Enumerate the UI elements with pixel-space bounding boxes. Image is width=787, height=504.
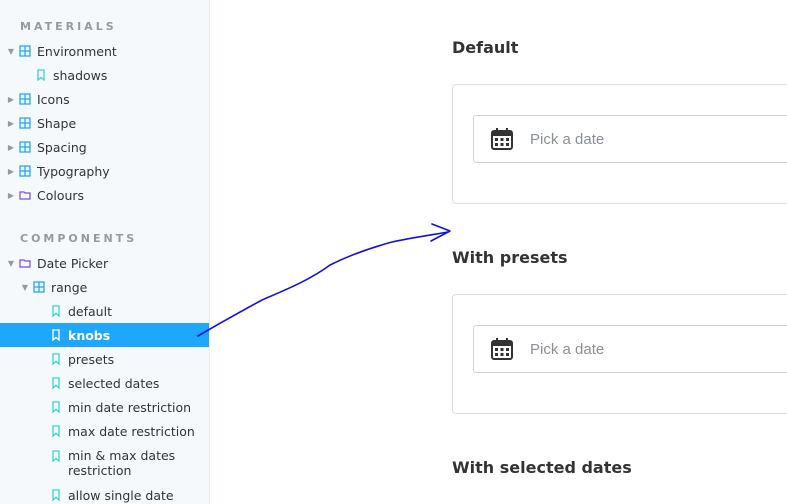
- sidebar-item-label: Date Picker: [37, 255, 109, 271]
- sidebar-item-date-picker[interactable]: ▼ Date Picker: [0, 251, 209, 275]
- materials-section-title: MATERIALS: [20, 20, 117, 33]
- date-range-input[interactable]: Pick a date: [473, 115, 787, 163]
- sidebar-item-label: max date restriction: [68, 423, 195, 439]
- component-grid-icon: [19, 141, 31, 153]
- sidebar-item-spacing[interactable]: ▶ Spacing: [0, 135, 209, 159]
- bookmark-icon: [50, 450, 62, 462]
- sidebar-item-typography[interactable]: ▶ Typography: [0, 159, 209, 183]
- bookmark-icon: [50, 353, 62, 365]
- expand-right-icon: ▶: [7, 94, 15, 104]
- sidebar-item-default[interactable]: default: [0, 299, 209, 323]
- expand-right-icon: ▶: [7, 166, 15, 176]
- sidebar-item-label: Colours: [37, 187, 85, 203]
- story-heading-with-presets: With presets: [452, 248, 568, 267]
- expand-right-icon: ▶: [7, 118, 15, 128]
- sidebar-item-label: range: [51, 279, 88, 295]
- sidebar-item-label: selected dates: [68, 375, 160, 391]
- sidebar-item-max-date-restriction[interactable]: max date restriction: [0, 419, 209, 443]
- bookmark-icon: [50, 401, 62, 413]
- calendar-icon: [491, 338, 513, 360]
- folder-icon: [19, 189, 31, 201]
- sidebar-item-label: shadows: [53, 67, 108, 83]
- sidebar-item-shadows[interactable]: shadows: [0, 63, 209, 87]
- sidebar-item-label: knobs: [68, 327, 111, 343]
- component-grid-icon: [19, 93, 31, 105]
- components-section-title: COMPONENTS: [20, 232, 138, 245]
- sidebar-item-label: default: [68, 303, 112, 319]
- sidebar-item-label: Environment: [37, 43, 117, 59]
- component-grid-icon: [33, 281, 45, 293]
- expand-right-icon: ▶: [7, 190, 15, 200]
- sidebar-item-label: min & max dates restriction: [68, 448, 176, 478]
- preview-box-with-presets: Pick a date: [452, 294, 787, 414]
- bookmark-icon: [50, 425, 62, 437]
- date-input-placeholder: Pick a date: [530, 130, 605, 148]
- bookmark-icon: [35, 69, 47, 81]
- sidebar-item-label: Icons: [37, 91, 70, 107]
- component-grid-icon: [19, 165, 31, 177]
- sidebar-item-label: Typography: [37, 163, 110, 179]
- sidebar-item-colours[interactable]: ▶ Colours: [0, 183, 209, 207]
- bookmark-icon: [50, 489, 62, 501]
- expand-down-icon: ▼: [7, 258, 15, 268]
- storybook-sidebar: MATERIALS ▼ Environment shadows ▶ Icons …: [0, 0, 210, 504]
- calendar-icon: [491, 128, 513, 150]
- date-range-input[interactable]: Pick a date: [473, 325, 787, 373]
- sidebar-item-presets[interactable]: presets: [0, 347, 209, 371]
- sidebar-item-min-date-restriction[interactable]: min date restriction: [0, 395, 209, 419]
- preview-box-default: Pick a date: [452, 84, 787, 204]
- bookmark-icon: [50, 305, 62, 317]
- sidebar-item-environment[interactable]: ▼ Environment: [0, 39, 209, 63]
- sidebar-item-min-max-dates-restriction[interactable]: min & max dates restriction: [0, 446, 209, 480]
- sidebar-item-selected-dates[interactable]: selected dates: [0, 371, 209, 395]
- bookmark-icon: [50, 377, 62, 389]
- expand-down-icon: ▼: [7, 46, 15, 56]
- sidebar-item-range[interactable]: ▼ range: [0, 275, 209, 299]
- sidebar-item-label: allow single date: [68, 487, 174, 503]
- story-preview-canvas: Default Pick a date With presets Pick a …: [211, 0, 787, 504]
- expand-down-icon: ▼: [21, 282, 29, 292]
- sidebar-item-icons[interactable]: ▶ Icons: [0, 87, 209, 111]
- component-grid-icon: [19, 117, 31, 129]
- sidebar-item-knobs[interactable]: knobs: [0, 323, 209, 347]
- date-input-placeholder: Pick a date: [530, 340, 605, 358]
- expand-right-icon: ▶: [7, 142, 15, 152]
- folder-icon: [19, 257, 31, 269]
- sidebar-item-label: presets: [68, 351, 115, 367]
- sidebar-item-label: Spacing: [37, 139, 87, 155]
- sidebar-item-shape[interactable]: ▶ Shape: [0, 111, 209, 135]
- sidebar-item-allow-single-date[interactable]: allow single date: [0, 483, 209, 504]
- sidebar-item-label: Shape: [37, 115, 77, 131]
- story-heading-with-selected-dates: With selected dates: [452, 458, 632, 477]
- story-heading-default: Default: [452, 38, 519, 57]
- component-grid-icon: [19, 45, 31, 57]
- sidebar-item-label: min date restriction: [68, 399, 192, 415]
- bookmark-icon: [50, 329, 62, 341]
